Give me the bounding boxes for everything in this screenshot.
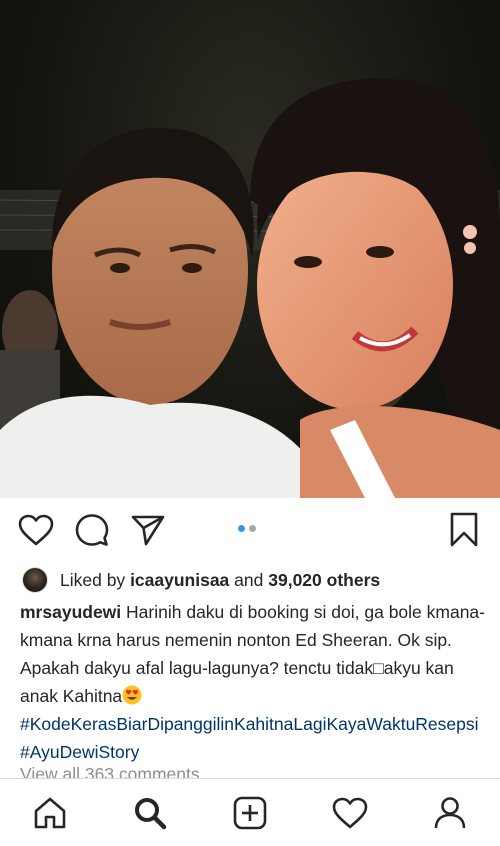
nav-activity-button[interactable] <box>330 793 370 833</box>
nav-add-post-button[interactable] <box>230 793 270 833</box>
bookmark-icon <box>450 512 478 547</box>
post-photo[interactable] <box>0 0 500 498</box>
search-icon <box>135 798 167 830</box>
comment-button[interactable] <box>72 510 112 550</box>
likes-joiner: and <box>234 569 264 590</box>
home-icon <box>34 797 66 829</box>
likes-count[interactable]: 39,020 others <box>268 570 380 591</box>
photo-illustration <box>0 78 500 498</box>
heart-outline-icon <box>18 514 54 546</box>
activity-heart-icon <box>332 797 368 829</box>
hashtag-link[interactable]: #AyuDewiStory <box>20 742 139 762</box>
post-caption: mrsayudewi Harinih daku di booking si do… <box>20 598 490 766</box>
save-button[interactable] <box>444 510 484 550</box>
caption-username[interactable]: mrsayudewi <box>20 602 121 622</box>
hashtag-link[interactable]: #KodeKerasBiarDipanggilinKahitnaLagiKaya… <box>20 714 479 734</box>
carousel-dot-active <box>238 525 245 532</box>
liker-username[interactable]: icaayunisaa <box>130 570 229 591</box>
nav-home-button[interactable] <box>30 793 70 833</box>
comment-bubble-icon <box>75 514 109 546</box>
carousel-dot <box>249 525 256 532</box>
nav-profile-button[interactable] <box>430 793 470 833</box>
liker-avatar[interactable] <box>22 567 48 593</box>
view-all-comments-link[interactable]: View all 363 comments <box>20 762 200 778</box>
bottom-navigation <box>0 778 500 846</box>
like-button[interactable] <box>16 510 56 550</box>
nav-search-button[interactable] <box>130 793 170 833</box>
add-post-icon <box>233 796 267 830</box>
post-action-bar <box>0 498 500 560</box>
carousel-indicator <box>238 525 256 532</box>
share-button[interactable] <box>128 510 168 550</box>
heart-eyes-emoji-icon <box>122 685 142 705</box>
profile-icon <box>434 797 466 829</box>
likes-summary[interactable]: Liked by icaayunisaa and 39,020 others <box>22 566 380 594</box>
likes-prefix: Liked by <box>60 569 126 590</box>
paper-plane-icon <box>131 515 165 546</box>
